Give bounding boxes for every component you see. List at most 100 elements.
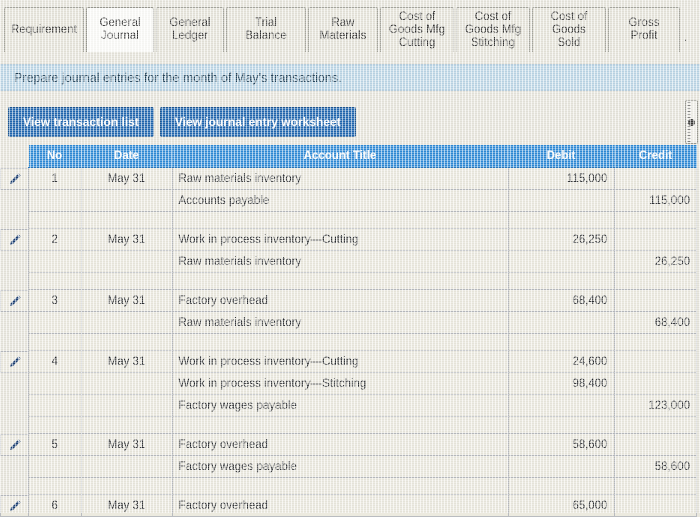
cell-date[interactable]: May 31 bbox=[80, 228, 173, 251]
cell-account[interactable] bbox=[171, 333, 509, 351]
cell-account[interactable]: Work in process inventory—Cutting bbox=[171, 228, 509, 251]
cell-date[interactable]: May 31 bbox=[80, 494, 173, 517]
cell-no[interactable] bbox=[28, 311, 82, 334]
tab-general-journal[interactable]: General Journal bbox=[86, 7, 154, 52]
cell-no[interactable] bbox=[28, 477, 82, 495]
pencil-icon[interactable] bbox=[8, 233, 22, 247]
cell-credit[interactable]: 68,400 bbox=[613, 311, 697, 334]
cell-credit[interactable] bbox=[613, 416, 697, 434]
cell-account[interactable]: Factory overhead bbox=[171, 494, 509, 517]
cell-date[interactable] bbox=[80, 477, 173, 495]
cell-date[interactable]: May 31 bbox=[80, 433, 173, 456]
table-row[interactable]: Accounts payable 115,000 bbox=[28, 189, 697, 212]
cell-date[interactable]: May 31 bbox=[80, 289, 173, 312]
cell-no[interactable] bbox=[28, 333, 82, 351]
cell-date[interactable] bbox=[80, 250, 173, 273]
cell-debit[interactable]: 24,600 bbox=[507, 350, 615, 373]
cell-no[interactable] bbox=[28, 189, 82, 212]
cell-debit[interactable] bbox=[507, 211, 615, 229]
cell-account[interactable]: Factory wages payable bbox=[171, 394, 509, 417]
cell-credit[interactable] bbox=[613, 289, 697, 312]
cell-date[interactable] bbox=[80, 455, 173, 478]
cell-account[interactable]: Raw materials inventory bbox=[171, 311, 509, 334]
cell-date[interactable] bbox=[80, 311, 173, 334]
cell-account[interactable]: Factory overhead bbox=[171, 289, 509, 312]
table-row[interactable]: 2 May 31 Work in process inventory—Cutting… bbox=[28, 228, 697, 251]
cell-no[interactable]: 2 bbox=[28, 228, 82, 251]
cell-no[interactable]: 6 bbox=[28, 494, 82, 517]
edit-row-button[interactable] bbox=[0, 434, 28, 456]
column-header-date[interactable]: Date bbox=[81, 145, 173, 168]
cell-date[interactable] bbox=[80, 333, 173, 351]
tab-requirement[interactable]: Requirement bbox=[4, 7, 84, 52]
pencil-icon[interactable] bbox=[8, 499, 22, 513]
tab-cost-of-goods-sold[interactable]: Cost of Goods Sold bbox=[532, 7, 606, 52]
cell-no[interactable]: 1 bbox=[28, 167, 82, 190]
column-header-credit[interactable]: Credit bbox=[614, 145, 697, 168]
cell-date[interactable] bbox=[80, 189, 173, 212]
cell-debit[interactable] bbox=[507, 394, 615, 417]
cell-date[interactable]: May 31 bbox=[80, 350, 173, 373]
pencil-icon[interactable] bbox=[8, 355, 22, 369]
cell-credit[interactable] bbox=[613, 333, 697, 351]
tab-gross-profit[interactable]: Gross Profit bbox=[608, 7, 680, 52]
cell-credit[interactable] bbox=[613, 477, 697, 495]
tab-overflow-marker[interactable]: . bbox=[682, 32, 687, 52]
cell-credit[interactable] bbox=[613, 433, 697, 456]
cell-date[interactable] bbox=[80, 394, 173, 417]
tab-raw-materials[interactable]: Raw Materials bbox=[308, 7, 378, 52]
cell-credit[interactable] bbox=[613, 372, 697, 395]
tab-cost-of-goods-mfg-stitching[interactable]: Cost of Goods Mfg Stitching bbox=[456, 7, 530, 52]
table-row[interactable]: Factory wages payable 123,000 bbox=[28, 394, 697, 417]
cell-debit[interactable]: 58,600 bbox=[507, 433, 615, 456]
column-header-no[interactable]: No bbox=[28, 145, 82, 168]
tab-trial-balance[interactable]: Trial Balance bbox=[226, 7, 306, 52]
cell-credit[interactable] bbox=[613, 167, 697, 190]
table-row[interactable]: 3 May 31 Factory overhead 68,400 bbox=[28, 289, 697, 312]
cell-debit[interactable]: 68,400 bbox=[507, 289, 615, 312]
cell-credit[interactable] bbox=[613, 211, 697, 229]
cell-credit[interactable]: 58,600 bbox=[613, 455, 697, 478]
cell-no[interactable] bbox=[28, 416, 82, 434]
cell-debit[interactable] bbox=[507, 189, 615, 212]
table-row[interactable]: 5 May 31 Factory overhead 58,600 bbox=[28, 433, 697, 456]
table-row[interactable]: Work in process inventory—Stitching 98,40… bbox=[28, 372, 697, 395]
cell-credit[interactable]: 115,000 bbox=[613, 189, 697, 212]
vertical-scroll-marker[interactable] bbox=[685, 100, 698, 144]
column-header-account-title[interactable]: Account Title bbox=[172, 145, 509, 168]
cell-account[interactable]: Work in process inventory—Stitching bbox=[171, 372, 509, 395]
cell-no[interactable]: 5 bbox=[28, 433, 82, 456]
cell-date[interactable] bbox=[80, 211, 173, 229]
cell-account[interactable] bbox=[171, 272, 509, 290]
cell-debit[interactable] bbox=[507, 477, 615, 495]
cell-date[interactable]: May 31 bbox=[80, 167, 173, 190]
cell-date[interactable] bbox=[80, 372, 173, 395]
tab-general-ledger[interactable]: General Ledger bbox=[156, 7, 224, 52]
cell-debit[interactable] bbox=[507, 250, 615, 273]
cell-debit[interactable] bbox=[507, 455, 615, 478]
table-row[interactable]: 4 May 31 Work in process inventory—Cutting… bbox=[28, 350, 697, 373]
cell-debit[interactable]: 26,250 bbox=[507, 228, 615, 251]
cell-debit[interactable]: 65,000 bbox=[507, 494, 615, 517]
cell-debit[interactable]: 98,400 bbox=[507, 372, 615, 395]
edit-row-button[interactable] bbox=[0, 351, 28, 373]
cell-account[interactable] bbox=[171, 211, 509, 229]
cell-credit[interactable]: 26,250 bbox=[613, 250, 697, 273]
view-transaction-list-button[interactable]: View transaction list bbox=[8, 107, 154, 137]
cell-no[interactable]: 3 bbox=[28, 289, 82, 312]
cell-credit[interactable] bbox=[613, 228, 697, 251]
cell-credit[interactable] bbox=[613, 494, 697, 517]
cell-debit[interactable] bbox=[507, 333, 615, 351]
cell-debit[interactable] bbox=[507, 311, 615, 334]
pencil-icon[interactable] bbox=[8, 294, 22, 308]
table-row[interactable]: 1 May 31 Raw materials inventory 115,000 bbox=[28, 167, 697, 190]
column-header-debit[interactable]: Debit bbox=[508, 145, 615, 168]
pencil-icon[interactable] bbox=[8, 438, 22, 452]
cell-account[interactable]: Factory overhead bbox=[171, 433, 509, 456]
cell-no[interactable] bbox=[28, 211, 82, 229]
table-row[interactable]: 6 May 31 Factory overhead 65,000 bbox=[28, 494, 697, 517]
table-row[interactable]: Raw materials inventory 68,400 bbox=[28, 311, 697, 334]
table-row[interactable]: Raw materials inventory 26,250 bbox=[28, 250, 697, 273]
cell-account[interactable]: Raw materials inventory bbox=[171, 250, 509, 273]
cell-debit[interactable] bbox=[507, 416, 615, 434]
